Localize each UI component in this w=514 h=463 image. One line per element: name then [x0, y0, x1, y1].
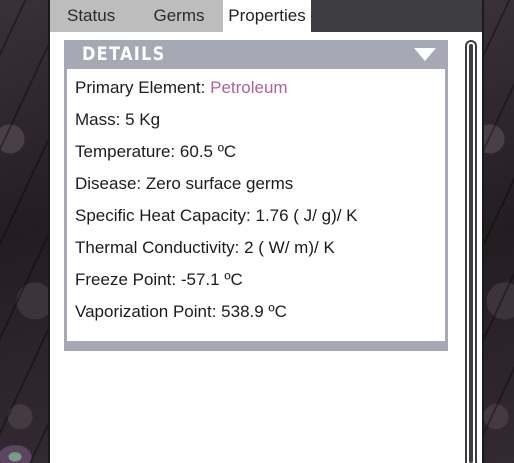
vaporization-point-row: Vaporization Point: 538.9 ºC: [75, 302, 287, 322]
details-header[interactable]: DETAILS: [64, 40, 448, 69]
vaporization-point-value: 538.9 ºC: [221, 302, 287, 321]
specific-heat-row: Specific Heat Capacity: 1.76 ( J/ g)/ K: [75, 206, 358, 226]
disease-label: Disease:: [75, 174, 142, 193]
tab-germs[interactable]: Germs: [135, 0, 223, 32]
tab-bar: Status Germs Properties: [50, 0, 482, 32]
tab-properties[interactable]: Properties: [223, 0, 311, 32]
disease-value: Zero surface germs: [145, 174, 294, 193]
freeze-point-value: -57.1 ºC: [180, 270, 243, 289]
collapse-triangle-icon[interactable]: [414, 48, 436, 61]
details-title: DETAILS: [82, 43, 166, 65]
game-creature-glow: [0, 432, 50, 463]
freeze-point-label: Freeze Point:: [75, 270, 177, 289]
tab-status[interactable]: Status: [50, 0, 135, 32]
thermal-conductivity-label: Thermal Conductivity:: [75, 238, 240, 257]
primary-element-row: Primary Element: Petroleum: [75, 78, 288, 98]
thermal-conductivity-row: Thermal Conductivity: 2 ( W/ m)/ K: [75, 238, 335, 258]
thermal-conductivity-value: 2 ( W/ m)/ K: [244, 238, 335, 257]
vertical-scrollbar[interactable]: [465, 40, 477, 463]
game-background-right: [484, 0, 514, 463]
primary-element-value[interactable]: Petroleum: [210, 78, 287, 97]
freeze-point-row: Freeze Point: -57.1 ºC: [75, 270, 243, 290]
details-footer: [64, 341, 448, 351]
details-section: DETAILS Primary Element: Petroleum Mass:…: [64, 40, 448, 351]
mass-label: Mass:: [75, 110, 121, 129]
scrollbar-thumb[interactable]: [469, 44, 473, 463]
game-background-left: [0, 0, 50, 463]
temperature-value: 60.5 ºC: [179, 142, 237, 161]
temperature-row: Temperature: 60.5 ºC: [75, 142, 236, 162]
mass-row: Mass: 5 Kg: [75, 110, 160, 130]
specific-heat-label: Specific Heat Capacity:: [75, 206, 251, 225]
details-body: Primary Element: Petroleum Mass: 5 Kg Te…: [64, 69, 448, 341]
disease-row: Disease: Zero surface germs: [75, 174, 293, 194]
mass-value: 5 Kg: [125, 110, 161, 129]
temperature-label: Temperature:: [75, 142, 176, 161]
specific-heat-value: 1.76 ( J/ g)/ K: [255, 206, 358, 225]
primary-element-label: Primary Element:: [75, 78, 206, 97]
properties-panel: Status Germs Properties DETAILS Primary …: [48, 0, 484, 463]
vaporization-point-label: Vaporization Point:: [75, 302, 217, 321]
